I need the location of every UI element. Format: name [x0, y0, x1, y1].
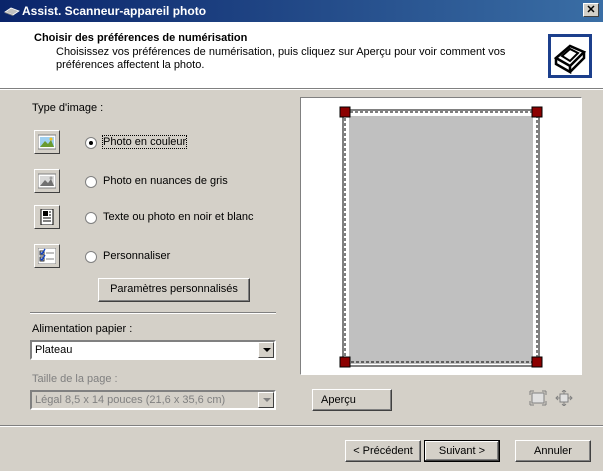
color-photo-icon[interactable]: [34, 130, 60, 154]
page-size-value: Légal 8,5 x 14 pouces (21,6 x 35,6 cm): [35, 394, 226, 406]
color-photo-radio[interactable]: [85, 137, 97, 149]
custom-radio[interactable]: [85, 251, 97, 263]
back-button[interactable]: < Précédent: [345, 440, 421, 462]
bw-text-icon[interactable]: [34, 205, 60, 229]
page-title: Choisir des préférences de numérisation: [34, 32, 248, 44]
scanner-app-icon: [4, 7, 20, 16]
chevron-down-icon[interactable]: [258, 392, 274, 408]
crop-handle-bottom-left[interactable]: [339, 356, 351, 368]
window-title: Assist. Scanneur-appareil photo: [22, 4, 207, 18]
zoom-fit-icon[interactable]: [529, 390, 547, 406]
preview-panel: [300, 97, 582, 375]
paper-source-label: Alimentation papier :: [32, 323, 133, 335]
next-button[interactable]: Suivant >: [424, 440, 500, 462]
crop-handle-bottom-right[interactable]: [531, 356, 543, 368]
paper-source-value: Plateau: [35, 344, 73, 356]
grayscale-photo-radio[interactable]: [85, 176, 97, 188]
custom-settings-icon[interactable]: [34, 244, 60, 268]
custom-settings-button[interactable]: Paramètres personnalisés: [98, 278, 250, 302]
bw-text-radio[interactable]: [85, 212, 97, 224]
grayscale-photo-icon[interactable]: [34, 169, 60, 193]
footer-divider: [0, 425, 603, 427]
color-photo-label[interactable]: Photo en couleur: [101, 135, 188, 149]
image-type-label: Type d'image :: [32, 102, 104, 114]
preview-button[interactable]: Aperçu: [312, 389, 392, 411]
bw-text-label[interactable]: Texte ou photo en noir et blanc: [103, 211, 253, 223]
close-button[interactable]: ✕: [583, 3, 599, 17]
scan-preview: [339, 106, 543, 368]
scanner-camera-icon: [548, 34, 592, 78]
preview-button-label: Aperçu: [321, 394, 356, 406]
title-bar: Assist. Scanneur-appareil photo ✕: [0, 0, 603, 22]
divider: [30, 312, 276, 314]
wizard-header: Choisir des préférences de numérisation …: [0, 22, 603, 89]
page-subtitle: Choisissez vos préférences de numérisati…: [56, 46, 506, 71]
grayscale-photo-label[interactable]: Photo en nuances de gris: [103, 175, 228, 187]
crop-handle-top-left[interactable]: [339, 106, 351, 118]
page-size-label: Taille de la page :: [32, 373, 118, 385]
zoom-in-icon[interactable]: [555, 390, 573, 406]
cancel-button[interactable]: Annuler: [515, 440, 591, 462]
crop-handle-top-right[interactable]: [531, 106, 543, 118]
chevron-down-icon[interactable]: [258, 342, 274, 358]
custom-label[interactable]: Personnaliser: [103, 250, 170, 262]
paper-source-select[interactable]: Plateau: [30, 340, 276, 360]
page-size-select[interactable]: Légal 8,5 x 14 pouces (21,6 x 35,6 cm): [30, 390, 276, 410]
